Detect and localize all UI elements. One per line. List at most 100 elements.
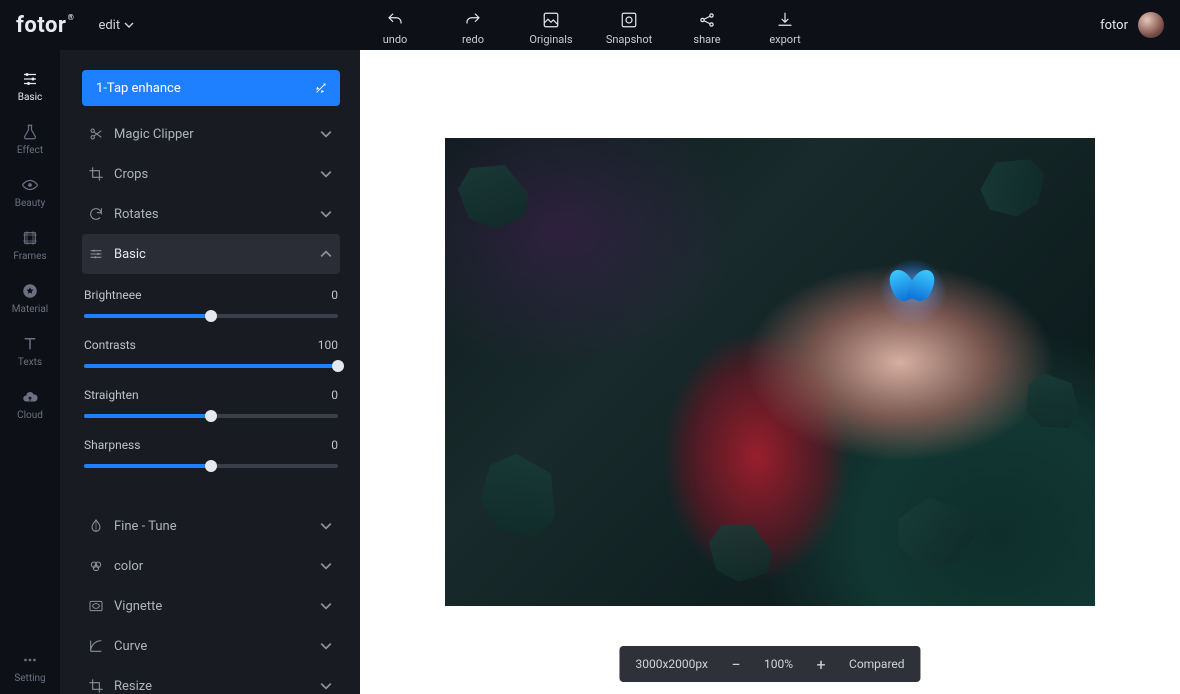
color-label: color bbox=[114, 559, 143, 574]
sliders-icon bbox=[88, 246, 104, 262]
mode-dropdown[interactable]: edit bbox=[98, 18, 134, 33]
status-bar: 3000x2000px − 100% + Compared bbox=[619, 646, 920, 682]
row-resize[interactable]: Resize bbox=[82, 666, 340, 694]
rail-setting[interactable]: Setting bbox=[0, 641, 60, 694]
magic-clipper-label: Magic Clipper bbox=[114, 127, 194, 142]
straighten-value: 0 bbox=[331, 388, 338, 402]
rail-effect[interactable]: Effect bbox=[0, 113, 60, 166]
undo-icon bbox=[386, 11, 404, 29]
row-vignette[interactable]: Vignette bbox=[82, 586, 340, 626]
slider-contrasts[interactable]: Contrasts100 bbox=[84, 338, 338, 368]
row-fine-tune[interactable]: Fine - Tune bbox=[82, 506, 340, 546]
logo-text: fotor bbox=[16, 13, 66, 38]
more-icon bbox=[21, 651, 39, 669]
eye-icon bbox=[21, 176, 39, 194]
zoom-out-button[interactable]: − bbox=[726, 654, 746, 674]
frame-icon bbox=[21, 229, 39, 247]
scissors-icon bbox=[88, 126, 104, 142]
avatar[interactable] bbox=[1138, 12, 1164, 38]
chevron-up-icon bbox=[320, 248, 332, 260]
rail-material-label: Material bbox=[12, 304, 48, 315]
originals-label: Originals bbox=[529, 33, 572, 46]
chevron-down-icon bbox=[320, 680, 332, 692]
rail-cloud[interactable]: Cloud bbox=[0, 378, 60, 431]
sharpness-label: Sharpness bbox=[84, 438, 140, 452]
slider-sharpness[interactable]: Sharpness 0 bbox=[84, 438, 338, 468]
row-basic[interactable]: Basic bbox=[82, 234, 340, 274]
row-crops[interactable]: Crops bbox=[82, 154, 340, 194]
rail-basic-label: Basic bbox=[18, 92, 43, 103]
rail-frames[interactable]: Frames bbox=[0, 219, 60, 272]
share-button[interactable]: share bbox=[682, 11, 732, 46]
fine-tune-label: Fine - Tune bbox=[114, 519, 177, 534]
undo-button[interactable]: undo bbox=[370, 11, 420, 46]
export-button[interactable]: export bbox=[760, 11, 810, 46]
mode-label: edit bbox=[98, 18, 120, 33]
canvas-area: 3000x2000px − 100% + Compared bbox=[360, 50, 1180, 694]
basic-sliders: Brightneee0 Contrasts100 Straighten 0 Sha… bbox=[82, 274, 340, 506]
user-name: fotor bbox=[1100, 18, 1128, 33]
zoom-in-button[interactable]: + bbox=[811, 654, 831, 674]
curve-label: Curve bbox=[114, 639, 147, 654]
row-curve[interactable]: Curve bbox=[82, 626, 340, 666]
vignette-icon bbox=[88, 598, 104, 614]
app-logo: fotor® bbox=[16, 13, 74, 38]
redo-label: redo bbox=[462, 33, 484, 46]
sharpness-value: 0 bbox=[331, 438, 338, 452]
wand-icon bbox=[314, 81, 328, 95]
rail-material[interactable]: Material bbox=[0, 272, 60, 325]
chevron-down-icon bbox=[124, 20, 134, 30]
basic-label: Basic bbox=[114, 247, 146, 262]
rail-texts[interactable]: Texts bbox=[0, 325, 60, 378]
chevron-down-icon bbox=[320, 640, 332, 652]
snapshot-button[interactable]: Snapshot bbox=[604, 11, 654, 46]
compared-button[interactable]: Compared bbox=[849, 657, 905, 671]
user-area[interactable]: fotor bbox=[1100, 12, 1164, 38]
straighten-label: Straighten bbox=[84, 388, 139, 402]
rail-setting-label: Setting bbox=[14, 673, 45, 684]
chevron-down-icon bbox=[320, 600, 332, 612]
chevron-down-icon bbox=[320, 208, 332, 220]
rail-basic[interactable]: Basic bbox=[0, 60, 60, 113]
row-rotates[interactable]: Rotates bbox=[82, 194, 340, 234]
rail-beauty[interactable]: Beauty bbox=[0, 166, 60, 219]
crop-icon bbox=[88, 166, 104, 182]
artboard[interactable] bbox=[445, 138, 1095, 606]
export-label: export bbox=[769, 33, 800, 46]
butterfly bbox=[887, 269, 937, 309]
contrasts-track[interactable] bbox=[84, 364, 338, 368]
image-icon bbox=[542, 11, 560, 29]
resize-label: Resize bbox=[114, 679, 152, 694]
rail-frames-label: Frames bbox=[13, 251, 46, 262]
undo-label: undo bbox=[383, 33, 408, 46]
left-rail: Basic Effect Beauty Frames Material Text… bbox=[0, 50, 60, 694]
row-magic-clipper[interactable]: Magic Clipper bbox=[82, 114, 340, 154]
droplet-icon bbox=[88, 518, 104, 534]
color-icon bbox=[88, 558, 104, 574]
brightness-track[interactable] bbox=[84, 314, 338, 318]
slider-brightness[interactable]: Brightneee0 bbox=[84, 288, 338, 318]
top-bar: fotor® edit undo redo Originals Snapshot… bbox=[0, 0, 1180, 50]
sliders-icon bbox=[21, 70, 39, 88]
rotate-icon bbox=[88, 206, 104, 222]
text-icon bbox=[21, 335, 39, 353]
one-tap-enhance-button[interactable]: 1-Tap enhance bbox=[82, 70, 340, 106]
vignette-label: Vignette bbox=[114, 599, 162, 614]
chevron-down-icon bbox=[320, 560, 332, 572]
rail-beauty-label: Beauty bbox=[15, 198, 46, 209]
redo-button[interactable]: redo bbox=[448, 11, 498, 46]
snapshot-label: Snapshot bbox=[606, 33, 652, 46]
canvas-dimensions: 3000x2000px bbox=[635, 657, 708, 671]
top-actions: undo redo Originals Snapshot share expor… bbox=[370, 5, 810, 46]
rail-effect-label: Effect bbox=[17, 145, 43, 156]
download-icon bbox=[776, 11, 794, 29]
sharpness-track[interactable] bbox=[84, 464, 338, 468]
slider-straighten[interactable]: Straighten 0 bbox=[84, 388, 338, 418]
brightness-value: 0 bbox=[331, 288, 338, 302]
tools-panel: 1-Tap enhance Magic Clipper Crops Rotate… bbox=[60, 50, 360, 694]
originals-button[interactable]: Originals bbox=[526, 11, 576, 46]
row-color[interactable]: color bbox=[82, 546, 340, 586]
rail-texts-label: Texts bbox=[18, 357, 42, 368]
straighten-track[interactable] bbox=[84, 414, 338, 418]
contrasts-value: 100 bbox=[318, 338, 338, 352]
